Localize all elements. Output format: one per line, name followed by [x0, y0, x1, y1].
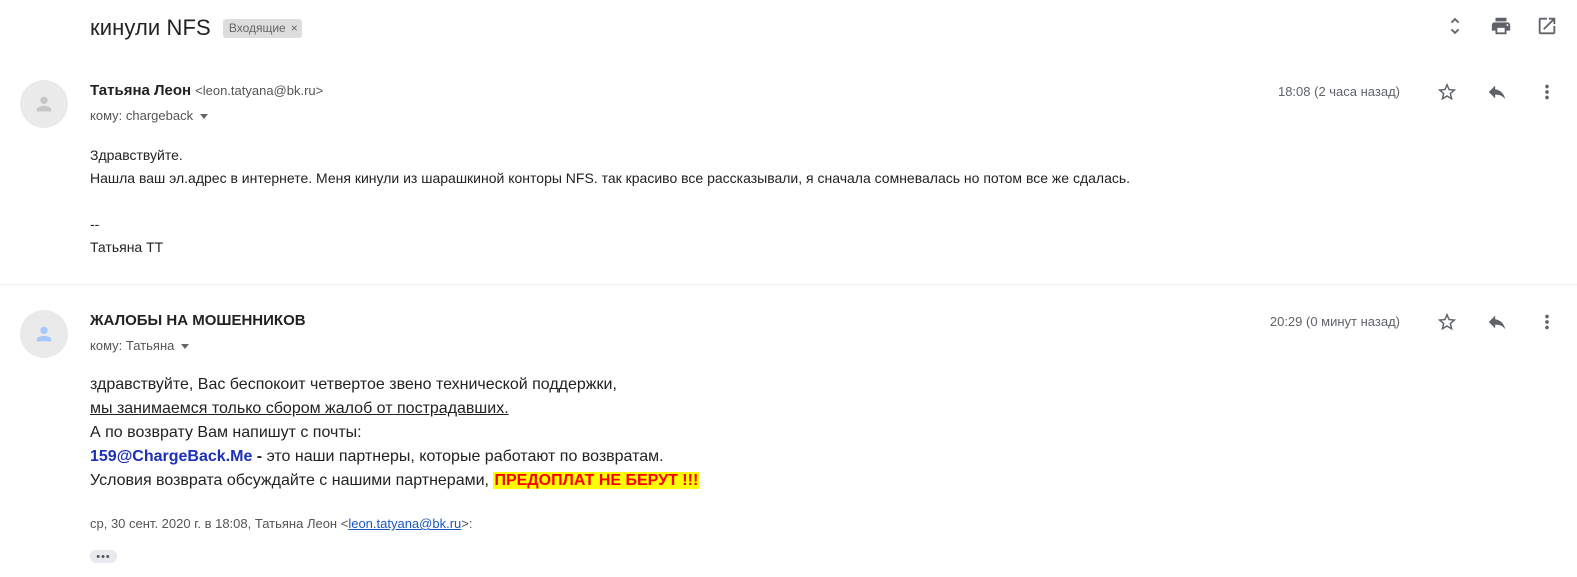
- message-body: Здравствуйте. Нашла ваш эл.адрес в интер…: [90, 144, 1130, 259]
- signature-separator: --: [90, 216, 100, 232]
- email-thread-view: кинули NFS Входящие × Татьяна Леон <leon…: [0, 0, 1577, 577]
- more-vert-icon[interactable]: [1535, 80, 1559, 104]
- quote-email-link[interactable]: leon.tatyana@bk.ru: [348, 516, 461, 531]
- recipients-text: кому: chargeback: [90, 108, 194, 123]
- recipients-text: кому: Татьяна: [90, 338, 175, 353]
- thread-subject: кинули NFS: [90, 15, 211, 40]
- thread-actions: [1443, 14, 1559, 38]
- message-date: 18:08 (2 часа назад): [1277, 84, 1400, 99]
- message-actions: [1435, 80, 1559, 104]
- remove-label-icon[interactable]: ×: [291, 21, 298, 35]
- dash: -: [252, 448, 267, 465]
- person-icon: [36, 96, 52, 112]
- chevron-down-icon[interactable]: [181, 344, 190, 349]
- recipients-toggle[interactable]: кому: Татьяна: [90, 338, 190, 353]
- print-icon[interactable]: [1489, 14, 1513, 38]
- label-chip-text: Входящие: [228, 21, 286, 35]
- expand-collapse-icon[interactable]: [1443, 14, 1467, 38]
- star-icon[interactable]: [1435, 310, 1459, 334]
- avatar: [20, 80, 68, 128]
- body-greeting: Здравствуйте.: [90, 147, 183, 163]
- subject-row: кинули NFS Входящие ×: [90, 10, 302, 46]
- person-icon: [36, 326, 52, 342]
- open-in-new-window-icon[interactable]: [1535, 14, 1559, 38]
- body-line-4: 159@ChargeBack.Me - это наши партнеры, к…: [90, 445, 699, 469]
- sender-name[interactable]: ЖАЛОБЫ НА МОШЕННИКОВ: [90, 312, 306, 329]
- star-icon[interactable]: [1435, 80, 1459, 104]
- signature: Татьяна ТТ: [90, 239, 164, 255]
- avatar: [20, 310, 68, 358]
- sender-email: <leon.tatyana@bk.ru>: [195, 83, 324, 98]
- reply-icon[interactable]: [1485, 80, 1509, 104]
- label-chip-inbox[interactable]: Входящие ×: [222, 18, 302, 38]
- body-line-5-text: Условия возврата обсуждайте с нашими пар…: [90, 472, 494, 489]
- message-body: здравствуйте, Вас беспокоит четвертое зв…: [90, 373, 700, 493]
- body-line-4-text: это наши партнеры, которые работают по в…: [266, 448, 664, 465]
- message-date: 20:29 (0 минут назад): [1269, 314, 1400, 329]
- body-line-1: здравствуйте, Вас беспокоит четвертое зв…: [90, 376, 617, 393]
- quote-suffix: >:: [461, 516, 473, 531]
- message-actions: [1435, 310, 1559, 334]
- message-divider: [0, 284, 1577, 285]
- from-line: ЖАЛОБЫ НА МОШЕННИКОВ: [90, 312, 306, 329]
- sender-name[interactable]: Татьяна Леон: [90, 82, 191, 99]
- more-vert-icon[interactable]: [1535, 310, 1559, 334]
- quote-prefix: ср, 30 сент. 2020 г. в 18:08, Татьяна Ле…: [90, 516, 349, 531]
- highlighted-warning: ПРЕДОПЛАТ НЕ БЕРУТ !!!: [493, 472, 700, 489]
- quote-attribution: ср, 30 сент. 2020 г. в 18:08, Татьяна Ле…: [90, 516, 472, 531]
- reply-icon[interactable]: [1485, 310, 1509, 334]
- partner-email-link[interactable]: 159@ChargeBack.Me: [90, 448, 252, 465]
- show-trimmed-content-button[interactable]: •••: [90, 550, 117, 563]
- body-line-5: Условия возврата обсуждайте с нашими пар…: [90, 469, 700, 493]
- chevron-down-icon[interactable]: [200, 114, 209, 119]
- body-line-3: А по возврату Вам напишут с почты:: [90, 424, 362, 441]
- body-text: Нашла ваш эл.адрес в интернете. Меня кин…: [90, 170, 1131, 186]
- recipients-toggle[interactable]: кому: chargeback: [90, 108, 209, 123]
- from-line: Татьяна Леон <leon.tatyana@bk.ru>: [90, 82, 323, 99]
- body-line-2: мы занимаемся только сбором жалоб от пос…: [90, 400, 509, 417]
